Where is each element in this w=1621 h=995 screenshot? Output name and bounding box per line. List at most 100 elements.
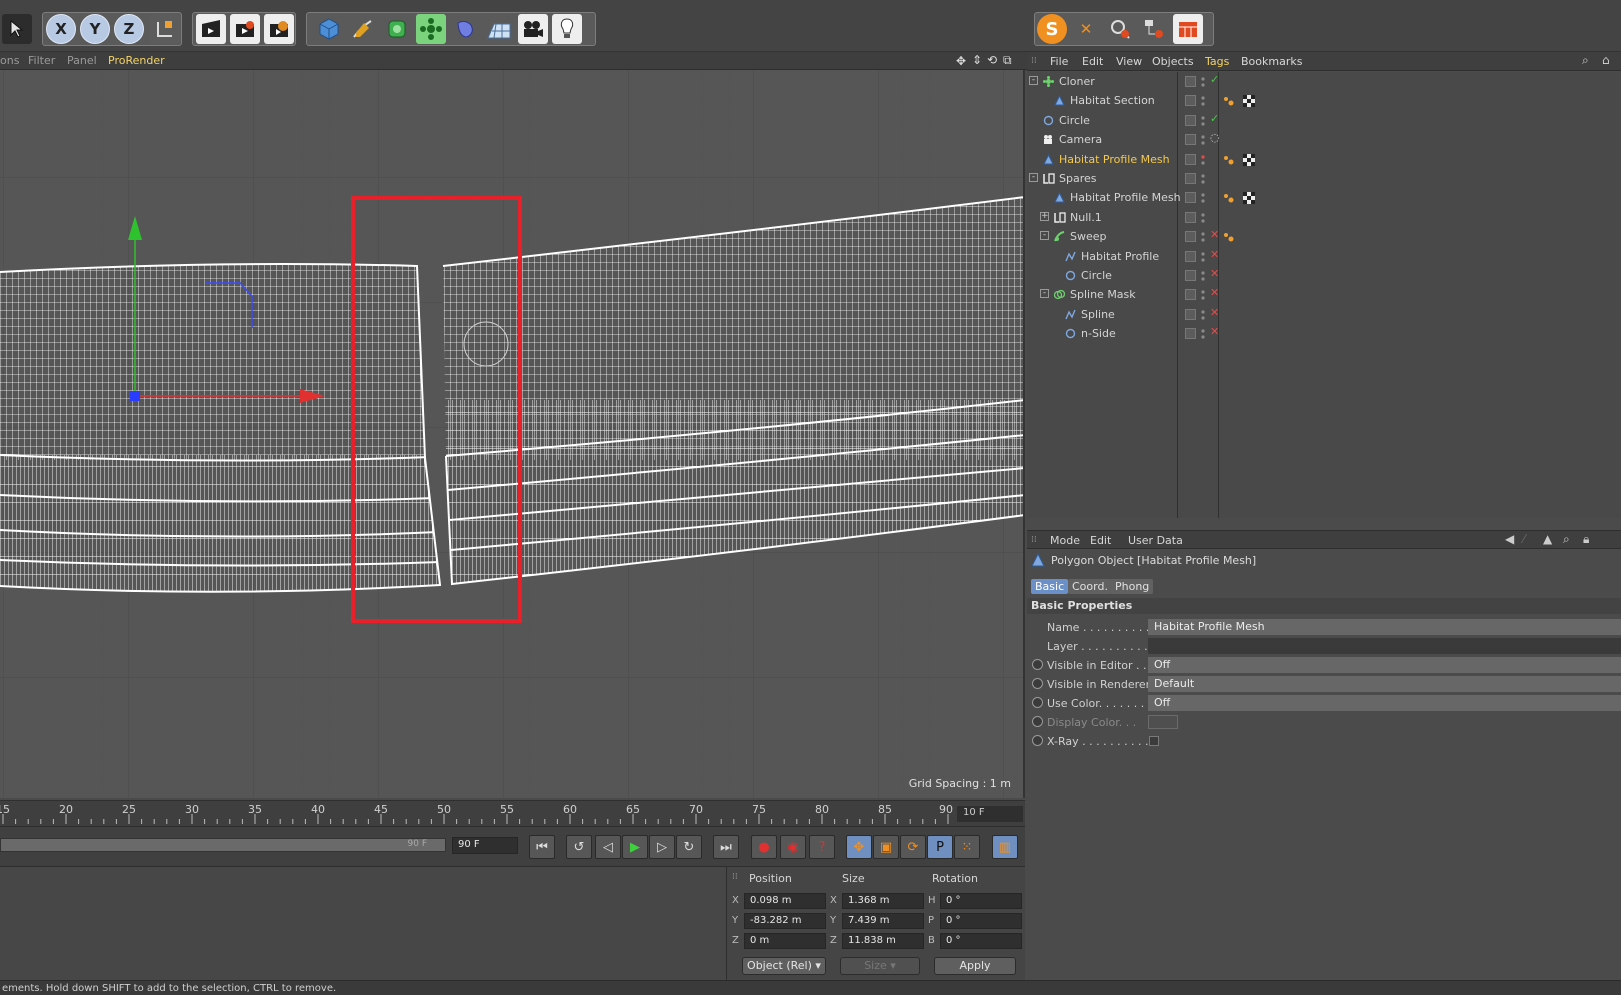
- rotation-b-field[interactable]: 0 °: [940, 933, 1022, 949]
- object-name[interactable]: Circle: [1081, 269, 1112, 282]
- next-key-button[interactable]: ↻: [676, 835, 702, 859]
- camera-target-icon[interactable]: ◌: [1210, 131, 1220, 144]
- deformer-icon[interactable]: [450, 14, 480, 44]
- enabled-check-icon[interactable]: ✓: [1210, 73, 1219, 86]
- attribute-field[interactable]: [1148, 638, 1621, 654]
- key-parameter-button[interactable]: P: [927, 835, 953, 859]
- timeline-ruler[interactable]: 15 20 25 30 35 40 45 50 55 60 65 70 75 8…: [0, 800, 1025, 826]
- cube-icon[interactable]: [314, 14, 344, 44]
- am-up-icon[interactable]: ▲: [1543, 532, 1552, 546]
- viewport-move-icon[interactable]: ✥: [956, 54, 966, 68]
- object-name[interactable]: Camera: [1059, 133, 1102, 146]
- attribute-field[interactable]: Habitat Profile Mesh: [1148, 619, 1621, 635]
- layer-swatch[interactable]: [1185, 95, 1196, 107]
- position-y-field[interactable]: -83.282 m: [744, 913, 826, 929]
- light-icon[interactable]: [552, 14, 582, 44]
- phong-tag-icon[interactable]: [1223, 154, 1235, 166]
- next-frame-button[interactable]: ▷: [649, 835, 675, 859]
- object-row[interactable]: - Sweep ✕: [1027, 227, 1621, 247]
- object-row[interactable]: Habitat Profile ✕: [1027, 247, 1621, 267]
- render-picture-viewer-icon[interactable]: [230, 14, 260, 44]
- om-menu-objects[interactable]: Objects: [1152, 55, 1194, 68]
- autokey-button[interactable]: ◉: [780, 835, 806, 859]
- disabled-x-icon[interactable]: ✕: [1210, 228, 1219, 241]
- object-row[interactable]: Habitat Profile Mesh: [1027, 150, 1621, 170]
- am-back-icon[interactable]: ◀: [1505, 532, 1514, 546]
- expand-toggle[interactable]: -: [1029, 173, 1038, 182]
- attribute-field[interactable]: Off: [1148, 695, 1621, 711]
- object-row[interactable]: + Null.1: [1027, 208, 1621, 228]
- z-axis-button[interactable]: Z: [114, 14, 144, 44]
- layer-swatch[interactable]: [1185, 192, 1196, 204]
- animate-radio[interactable]: [1032, 659, 1043, 670]
- xray-checkbox[interactable]: [1149, 736, 1159, 746]
- am-lock-icon[interactable]: 🔒︎: [1583, 532, 1589, 547]
- previous-frame-button[interactable]: ◁: [595, 835, 621, 859]
- soft-selection-icon[interactable]: [1105, 14, 1135, 44]
- om-home-icon[interactable]: ⌂: [1602, 53, 1610, 67]
- viewport-maximize-icon[interactable]: ⧉: [1003, 53, 1012, 68]
- render-view-icon[interactable]: [196, 14, 226, 44]
- visibility-dots[interactable]: [1201, 153, 1205, 167]
- size-mode-dropdown[interactable]: Size ▾: [840, 957, 920, 975]
- camera-icon[interactable]: [518, 14, 548, 44]
- coordinate-mode-dropdown[interactable]: Object (Rel) ▾: [742, 957, 826, 975]
- object-row[interactable]: Circle ✕: [1027, 266, 1621, 286]
- previous-key-button[interactable]: ↺: [566, 835, 592, 859]
- object-name[interactable]: Spline: [1081, 308, 1115, 321]
- object-name[interactable]: n-Side: [1081, 327, 1116, 340]
- object-name[interactable]: Habitat Profile: [1081, 250, 1159, 263]
- workplane-icon[interactable]: ✕: [1071, 14, 1101, 44]
- object-row[interactable]: Habitat Section: [1027, 91, 1621, 111]
- object-name[interactable]: Spares: [1059, 172, 1097, 185]
- layer-swatch[interactable]: [1185, 270, 1196, 281]
- object-name[interactable]: Null.1: [1070, 211, 1102, 224]
- layer-swatch[interactable]: [1185, 308, 1196, 320]
- position-x-field[interactable]: 0.098 m: [744, 893, 826, 909]
- rotation-h-field[interactable]: 0 °: [940, 893, 1022, 909]
- key-position-button[interactable]: ✥: [846, 835, 872, 859]
- select-tool-icon[interactable]: [2, 14, 32, 44]
- expand-toggle[interactable]: +: [1040, 211, 1049, 221]
- key-point-level-button[interactable]: ⁙: [954, 835, 980, 859]
- object-row[interactable]: Spline ✕: [1027, 305, 1621, 325]
- 3d-viewport[interactable]: Grid Spacing : 1 m: [0, 70, 1025, 798]
- object-row[interactable]: - Spares: [1027, 169, 1621, 189]
- layer-swatch[interactable]: [1185, 231, 1196, 243]
- animate-radio[interactable]: [1032, 678, 1043, 689]
- phong-tag-icon[interactable]: [1223, 192, 1235, 204]
- visibility-dots[interactable]: [1201, 211, 1205, 225]
- expand-toggle[interactable]: -: [1040, 231, 1049, 241]
- timeline-window-button[interactable]: ▥: [992, 835, 1018, 859]
- object-row[interactable]: Circle ✓: [1027, 111, 1621, 131]
- layer-swatch[interactable]: [1185, 289, 1196, 301]
- phong-tag-icon[interactable]: [1223, 231, 1235, 243]
- attribute-field[interactable]: Default: [1148, 676, 1621, 692]
- cloner-icon[interactable]: [416, 14, 446, 44]
- disabled-x-icon[interactable]: ✕: [1210, 286, 1219, 299]
- visibility-dots[interactable]: [1201, 94, 1205, 108]
- layer-swatch[interactable]: [1185, 211, 1196, 223]
- om-menu-view[interactable]: View: [1116, 55, 1142, 68]
- object-row[interactable]: Camera ◌: [1027, 130, 1621, 150]
- tab-basic[interactable]: Basic: [1031, 579, 1069, 594]
- visibility-dots[interactable]: [1201, 250, 1205, 264]
- am-search-icon[interactable]: ⌕: [1563, 532, 1570, 547]
- animate-radio[interactable]: [1032, 697, 1043, 708]
- viewport-rotate-icon[interactable]: ⟲: [987, 53, 997, 67]
- om-search-icon[interactable]: ⌕: [1582, 53, 1589, 68]
- om-menu-tags[interactable]: Tags: [1205, 55, 1229, 68]
- hierarchy-icon[interactable]: [1139, 14, 1169, 44]
- om-menu-edit[interactable]: Edit: [1082, 55, 1103, 68]
- om-menu-bookmarks[interactable]: Bookmarks: [1241, 55, 1302, 68]
- visibility-dots[interactable]: [1201, 308, 1205, 322]
- object-row[interactable]: - Spline Mask ✕: [1027, 285, 1621, 305]
- object-name[interactable]: Habitat Profile Mesh: [1070, 191, 1181, 204]
- texture-tag-icon[interactable]: [1243, 192, 1255, 205]
- visibility-dots[interactable]: [1201, 288, 1205, 302]
- object-name[interactable]: Circle: [1059, 114, 1090, 127]
- am-forward-icon[interactable]: ⁄: [1523, 532, 1525, 546]
- layer-swatch[interactable]: [1185, 173, 1196, 184]
- texture-tag-icon[interactable]: [1243, 95, 1255, 108]
- size-x-field[interactable]: 1.368 m: [842, 893, 924, 909]
